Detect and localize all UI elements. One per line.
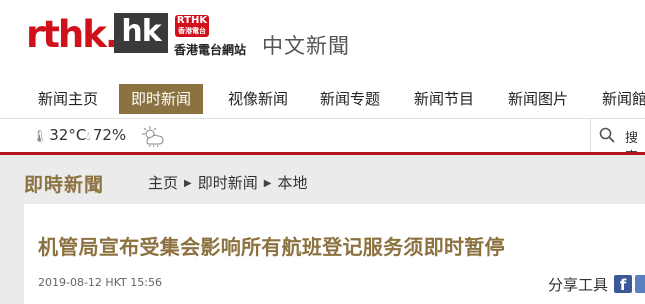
logo-hk-box: hk: [114, 13, 168, 53]
breadcrumb-local[interactable]: 本地: [277, 174, 307, 192]
breadcrumb: 主页 ▶ 即时新闻 ▶ 本地: [148, 172, 307, 193]
nav-item-news-home[interactable]: 新闻主页: [38, 84, 98, 114]
thermometer-icon: 🌡︎: [32, 129, 48, 143]
weather-bar: 🌡︎32°C 💧︎72% 搜索: [0, 118, 645, 165]
humidity-reading: 💧︎ 72%: [86, 126, 127, 144]
main-nav: 新闻主页 即时新闻 视像新闻 新闻专题 新闻节目 新闻图片 新闻館: [0, 84, 645, 116]
site-header: rthk. hk RTHK 香港電台 香港電台網站 中文新聞: [0, 0, 645, 78]
site-section-title[interactable]: 中文新聞: [262, 30, 350, 60]
nav-item-instant-news[interactable]: 即时新闻: [119, 84, 204, 114]
breadcrumb-arrow-icon: ▶: [263, 178, 272, 189]
search-icon[interactable]: [599, 127, 615, 143]
article-card: 机管局宣布受集会影响所有航班登记服务须即时暂停 2019-08-12 HKT 1…: [24, 204, 645, 304]
nav-item-news-topics[interactable]: 新闻专题: [320, 84, 380, 114]
humidity-drop-icon: 💧︎: [86, 129, 91, 143]
section-title: 即時新聞: [24, 174, 105, 196]
share-icon[interactable]: [635, 275, 645, 293]
breadcrumb-home[interactable]: 主页: [148, 174, 178, 192]
article-headline: 机管局宣布受集会影响所有航班登记服务须即时暂停: [38, 235, 505, 259]
nav-item-news-archive[interactable]: 新闻館: [602, 84, 645, 114]
facebook-share-icon[interactable]: f: [614, 275, 632, 294]
station-name: 香港電台網站: [174, 43, 247, 57]
content-section: 即時新聞 主页 ▶ 即时新闻 ▶ 本地 机管局宣布受集会影响所有航班登记服务须即时暂停 …: [0, 155, 645, 304]
search-box[interactable]: 搜索: [590, 119, 645, 165]
rthk-badge: RTHK 香港電台: [175, 15, 209, 37]
cloudy-sun-icon: [142, 126, 164, 147]
logo-wordmark: rthk.: [26, 13, 119, 56]
share-tools-label: 分享工具: [548, 276, 609, 294]
nav-item-video-news[interactable]: 视像新闻: [228, 84, 288, 114]
nav-item-news-programmes[interactable]: 新闻节目: [414, 84, 474, 114]
breadcrumb-instant-news[interactable]: 即时新闻: [198, 174, 258, 192]
article-timestamp: 2019-08-12 HKT 15:56: [38, 276, 162, 289]
nav-item-news-photos[interactable]: 新闻图片: [508, 84, 568, 114]
breadcrumb-arrow-icon: ▶: [184, 178, 192, 189]
temperature-reading: 🌡︎ 32°C: [32, 126, 87, 144]
